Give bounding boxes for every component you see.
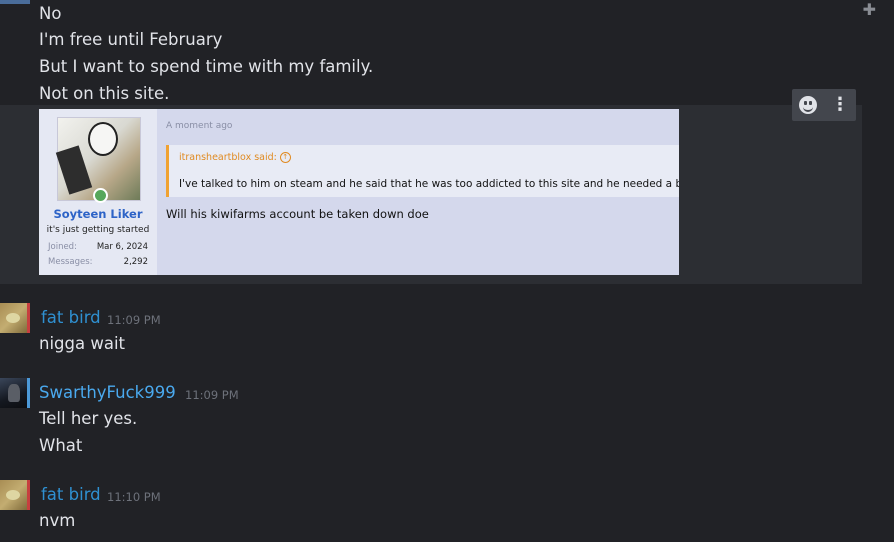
message-line: nigga wait (39, 334, 126, 353)
chat-view: ✚ No I'm free until February But I want … (0, 0, 894, 542)
embed-quote-text: I've talked to him on steam and he said … (179, 178, 679, 190)
timestamp: 11:10 PM (107, 490, 161, 504)
embed-user-title: it's just getting started (46, 225, 150, 235)
avatar[interactable] (0, 378, 30, 408)
embed-post-time: A moment ago (166, 121, 233, 131)
embed-quote-author: itransheartblox said: (179, 152, 277, 163)
message-line: No (39, 4, 62, 23)
message-line: But I want to spend time with my family. (39, 57, 374, 76)
embed-quote-attribution: itransheartblox said: ↑ (179, 152, 291, 163)
embed-user-panel: Soyteen Liker it's just getting started … (39, 109, 157, 275)
embedded-image[interactable]: Soyteen Liker it's just getting started … (39, 109, 679, 275)
username[interactable]: SwarthyFuck999 (39, 383, 176, 402)
message-actions-toolbar: ⋮ (792, 89, 856, 121)
quote-jump-icon: ↑ (279, 152, 291, 163)
more-options-icon[interactable]: ⋮ (831, 96, 849, 114)
embed-user-name: Soyteen Liker (53, 207, 143, 221)
message-line: What (39, 436, 83, 455)
emoji-reaction-icon[interactable] (799, 96, 817, 114)
embed-messages-value: 2,292 (123, 257, 148, 267)
embed-avatar (55, 117, 141, 203)
embed-quote-block: itransheartblox said: ↑ I've talked to hi… (166, 145, 679, 197)
embed-joined-label: Joined: (48, 242, 77, 252)
online-status-icon (93, 188, 108, 203)
timestamp: 11:09 PM (185, 388, 239, 402)
embed-post-body: Will his kiwifarms account be taken down… (166, 207, 429, 221)
embed-joined-value: Mar 6, 2024 (96, 242, 148, 252)
embed-messages-label: Messages: (48, 257, 93, 267)
message-line: Not on this site. (39, 84, 170, 103)
message-line: nvm (39, 511, 76, 530)
username[interactable]: fat bird (41, 485, 101, 504)
timestamp: 11:09 PM (107, 313, 161, 327)
message-line: I'm free until February (39, 30, 223, 49)
avatar[interactable] (0, 303, 30, 333)
add-pin-icon[interactable]: ✚ (863, 0, 876, 19)
message-line: Tell her yes. (39, 409, 138, 428)
avatar[interactable] (0, 480, 30, 510)
previous-avatar[interactable] (0, 0, 30, 4)
username[interactable]: fat bird (41, 308, 101, 327)
